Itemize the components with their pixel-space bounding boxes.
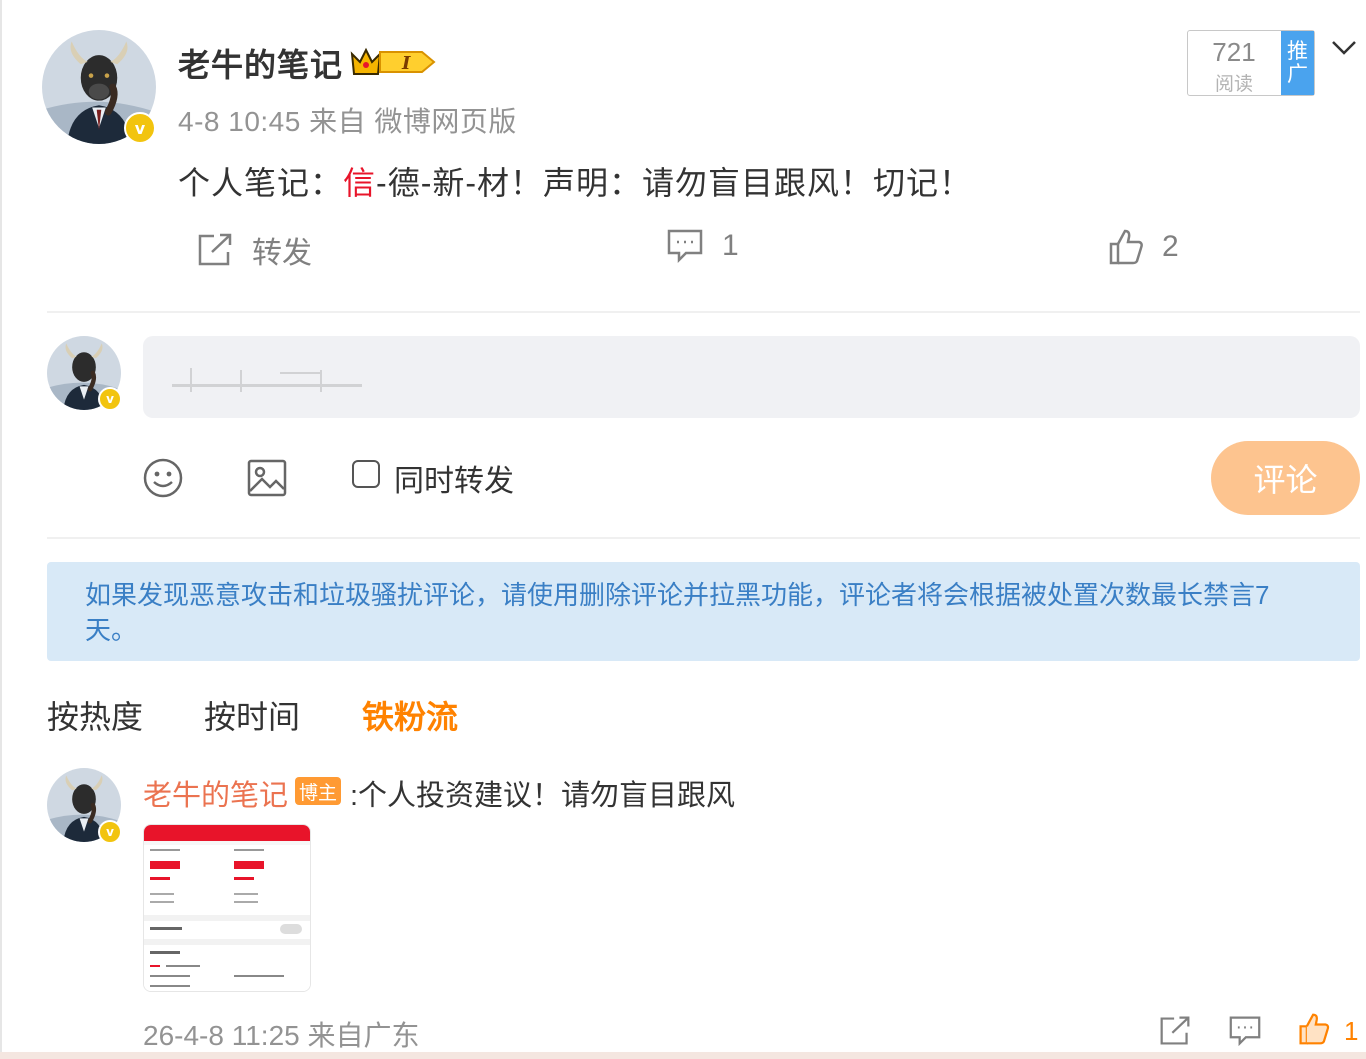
thumbs-up-icon bbox=[1109, 229, 1143, 265]
like-button[interactable]: 2 bbox=[1108, 228, 1179, 266]
promote-label: 推广 bbox=[1287, 40, 1308, 86]
post-text-prefix: 个人笔记： bbox=[178, 165, 344, 201]
read-label: 阅读 bbox=[1214, 74, 1253, 95]
post-author-name[interactable]: 老牛的笔记 bbox=[178, 40, 343, 86]
comment-icon[interactable] bbox=[1227, 1015, 1263, 1047]
comment-author[interactable]: 老牛的笔记 bbox=[143, 772, 288, 814]
sort-tab-time[interactable]: 按时间 bbox=[204, 692, 300, 738]
comment-time: 26-4-8 11:25 bbox=[143, 1020, 300, 1051]
divider bbox=[47, 311, 1360, 313]
sort-tab-fans[interactable]: 铁粉流 bbox=[362, 692, 458, 738]
comment-meta: 26-4-8 11:25 来自广东 bbox=[143, 1014, 420, 1054]
comment-icon bbox=[667, 229, 703, 264]
emoji-icon[interactable] bbox=[142, 457, 184, 499]
submit-comment-button[interactable]: 评论 bbox=[1211, 441, 1360, 515]
moderation-notice: 如果发现恶意攻击和垃圾骚扰评论，请使用删除评论并拉黑功能，评论者将会根据被处置次… bbox=[47, 562, 1360, 661]
post-body: 个人笔记：信-德-新-材！声明：请勿盲目跟风！切记！ bbox=[178, 158, 972, 204]
repost-label: 转发 bbox=[252, 237, 312, 270]
image-icon[interactable] bbox=[246, 457, 288, 499]
comment-count: 1 bbox=[722, 229, 739, 262]
like-count: 2 bbox=[1162, 230, 1179, 263]
post-meta: 4-8 10:45 来自 微博网页版 bbox=[178, 100, 517, 140]
comment-text: :个人投资建议！请勿盲目跟风 bbox=[350, 780, 736, 812]
sort-tab-hot[interactable]: 按热度 bbox=[47, 692, 143, 738]
verified-badge-icon: v bbox=[98, 387, 122, 411]
chevron-down-icon[interactable] bbox=[1330, 36, 1358, 60]
thumbs-up-icon[interactable] bbox=[1297, 1012, 1331, 1046]
verified-badge-icon: v bbox=[124, 112, 156, 144]
vip-crown-icon: I bbox=[350, 47, 436, 75]
repost-icon bbox=[198, 233, 232, 266]
comment-image-thumbnail[interactable] bbox=[143, 824, 311, 992]
repost-icon[interactable] bbox=[1157, 1015, 1193, 1047]
blogger-badge: 博主 bbox=[295, 777, 341, 805]
bottom-border bbox=[0, 1052, 1366, 1059]
verified-badge-icon: v bbox=[98, 820, 122, 844]
read-count: 721 bbox=[1212, 37, 1256, 67]
svg-text:I: I bbox=[401, 53, 411, 74]
post-text-rest: -德-新-材！声明：请勿盲目跟风！切记！ bbox=[376, 165, 973, 201]
repost-button[interactable]: 转发 bbox=[196, 228, 312, 272]
promote-button[interactable]: 推广 bbox=[1281, 31, 1314, 95]
also-repost-checkbox[interactable] bbox=[352, 460, 380, 488]
divider bbox=[47, 537, 1360, 539]
trading-screenshot-image bbox=[144, 825, 310, 991]
post-time[interactable]: 4-8 10:45 bbox=[178, 106, 301, 137]
comment-button[interactable]: 1 bbox=[666, 228, 739, 264]
post-source: 来自 微博网页版 bbox=[309, 106, 517, 137]
read-count-box[interactable]: 721 阅读 推广 bbox=[1187, 30, 1315, 96]
comment-like-count: 1 bbox=[1344, 1016, 1359, 1046]
also-repost-label[interactable]: 同时转发 bbox=[394, 456, 514, 500]
blurred-placeholder bbox=[172, 368, 362, 392]
comment-source: 来自广东 bbox=[307, 1020, 420, 1051]
page-left-border bbox=[0, 0, 2, 1059]
post-text-highlight: 信 bbox=[343, 165, 377, 201]
